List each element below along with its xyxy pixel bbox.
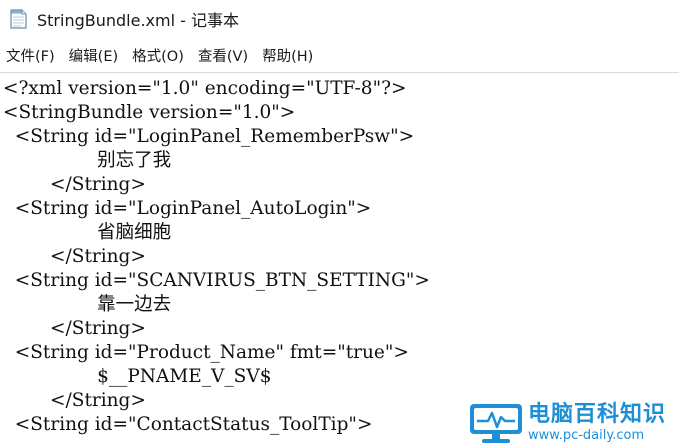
monitor-logo-icon (470, 404, 522, 443)
editor-line: <String id="ContactStatus_ToolTip"> (3, 414, 373, 435)
text-editor-area[interactable]: <?xml version="1.0" encoding="UTF-8"?> <… (0, 72, 679, 447)
watermark-text: 电脑百科知识 www.pc-daily.com (528, 402, 667, 443)
editor-line: <String id="Product_Name" fmt="true"> (3, 342, 409, 363)
menu-help[interactable]: 帮助(H) (262, 45, 313, 66)
editor-line: </String> (3, 390, 146, 411)
editor-line: 省脑细胞 (3, 222, 172, 243)
editor-line: <String id="LoginPanel_AutoLogin"> (3, 198, 372, 219)
editor-line: $__PNAME_V_SV$ (3, 366, 272, 387)
notepad-window: StringBundle.xml - 记事本 文件(F) 编辑(E) 格式(O)… (0, 0, 679, 447)
menu-format[interactable]: 格式(O) (132, 45, 184, 66)
watermark-url: www.pc-daily.com (528, 428, 645, 443)
editor-line: <StringBundle version="1.0"> (3, 102, 296, 123)
menu-file[interactable]: 文件(F) (6, 45, 55, 66)
window-title: StringBundle.xml - 记事本 (37, 11, 239, 30)
title-bar[interactable]: StringBundle.xml - 记事本 (0, 0, 679, 38)
site-watermark: 电脑百科知识 www.pc-daily.com (468, 399, 679, 447)
editor-line: </String> (3, 246, 146, 267)
editor-line: </String> (3, 174, 146, 195)
editor-line: 靠一边去 (3, 294, 172, 315)
editor-line: <String id="LoginPanel_RememberPsw"> (3, 126, 415, 147)
menu-edit[interactable]: 编辑(E) (69, 45, 118, 66)
menu-bar: 文件(F) 编辑(E) 格式(O) 查看(V) 帮助(H) (0, 38, 679, 72)
editor-line: <String id="SCANVIRUS_BTN_SETTING"> (3, 270, 430, 291)
menu-view[interactable]: 查看(V) (198, 45, 248, 66)
editor-line: <?xml version="1.0" encoding="UTF-8"?> (3, 78, 407, 99)
notepad-file-icon (10, 9, 27, 29)
watermark-title: 电脑百科知识 (528, 402, 667, 427)
editor-line: 别忘了我 (3, 150, 172, 171)
editor-line: </String> (3, 318, 146, 339)
